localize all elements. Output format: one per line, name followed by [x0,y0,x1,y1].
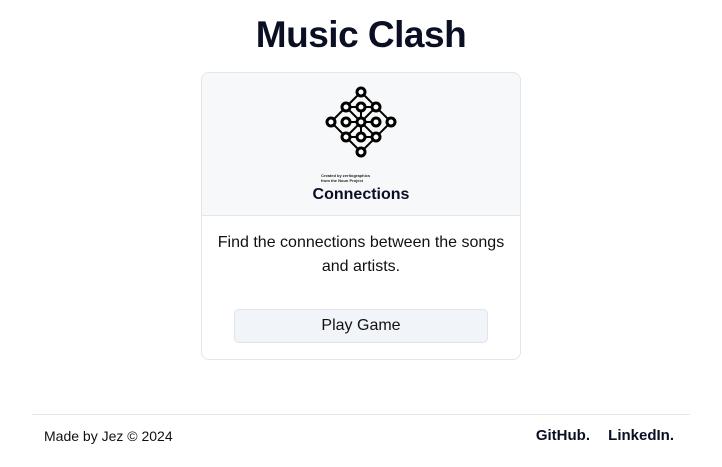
card-title: Connections [312,186,410,203]
card-description: Find the connections between the songs a… [217,234,505,275]
footer: Made by Jez © 2024 GitHub. LinkedIn. [32,414,690,461]
icon-credit-line2: from the Noun Project [321,178,364,183]
network-diamond-icon [323,84,399,160]
card-header: Created by zeritographics from the Noun … [202,73,520,216]
icon-credit: Created by zeritographics from the Noun … [321,173,370,183]
github-link[interactable]: GitHub. [536,427,590,444]
made-by-text: Made by Jez © 2024 [44,428,173,444]
play-game-button[interactable]: Play Game [234,309,488,343]
game-card: Created by zeritographics from the Noun … [201,72,521,360]
footer-links: GitHub. LinkedIn. [522,427,674,444]
page-title: Music Clash [255,14,467,55]
linkedin-link[interactable]: LinkedIn. [608,427,674,444]
